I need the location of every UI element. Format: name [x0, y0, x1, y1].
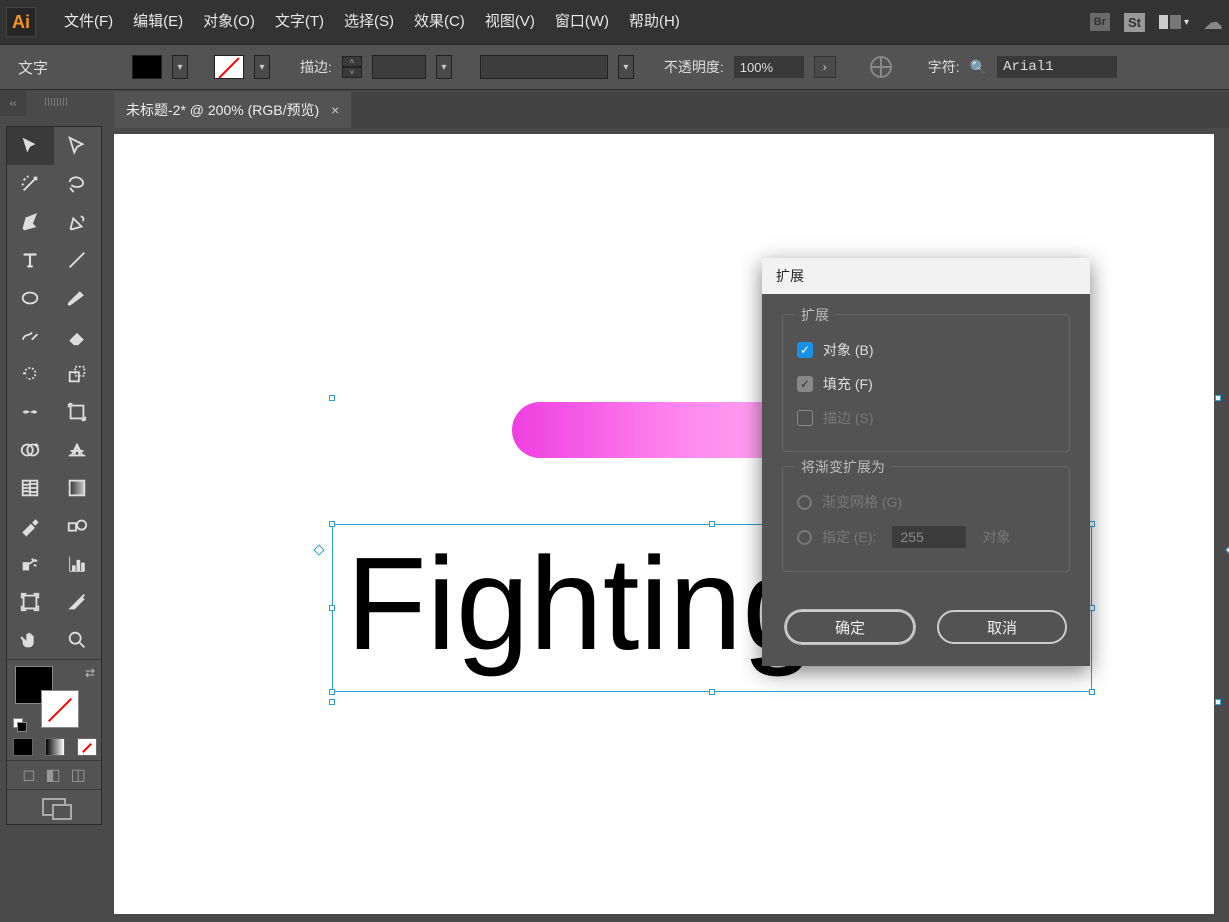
checkbox-icon[interactable]: ✓ — [797, 376, 813, 392]
column-graph-tool[interactable] — [54, 545, 101, 583]
line-tool[interactable] — [54, 241, 101, 279]
draw-inside-icon[interactable]: ◫ — [71, 765, 86, 785]
search-icon[interactable]: 🔍 — [970, 59, 987, 76]
screen-mode-icon[interactable] — [42, 798, 66, 816]
direct-selection-tool[interactable] — [54, 127, 101, 165]
expand-section-label: 扩展 — [795, 305, 835, 325]
checkbox-icon — [797, 410, 813, 426]
fill-stroke-control[interactable]: ⇄ — [7, 660, 101, 734]
option-object[interactable]: ✓对象 (B) — [797, 333, 1055, 367]
dialog-title: 扩展 — [762, 258, 1090, 294]
artboard-tool[interactable] — [7, 583, 54, 621]
stroke-swatch[interactable] — [214, 55, 244, 79]
eyedropper-tool[interactable] — [7, 507, 54, 545]
swap-fill-stroke-icon[interactable]: ⇄ — [85, 666, 95, 680]
hand-tool[interactable] — [7, 621, 54, 659]
gradient-section: 将渐变扩展为 渐变网格 (G) 指定 (E): 255 对象 — [782, 466, 1070, 572]
option-fill[interactable]: ✓填充 (F) — [797, 367, 1055, 401]
tools-panel: ⇄ ◻ ◧ ◫ — [6, 126, 102, 825]
ellipse-tool[interactable] — [7, 279, 54, 317]
gradient-section-label: 将渐变扩展为 — [795, 457, 891, 477]
stroke-weight-stepper[interactable]: ˄˅ — [342, 56, 362, 78]
mesh-tool[interactable] — [7, 469, 54, 507]
expand-dialog: 扩展 扩展 ✓对象 (B) ✓填充 (F) 描边 (S) 将渐变扩展为 渐变网格… — [762, 258, 1090, 666]
menu-type[interactable]: 文字(T) — [265, 0, 334, 44]
menu-edit[interactable]: 编辑(E) — [123, 0, 193, 44]
app-logo-icon: Ai — [6, 7, 36, 37]
stroke-weight-field[interactable] — [372, 55, 426, 79]
fill-swatch[interactable] — [132, 55, 162, 79]
stroke-dropdown[interactable]: ▾ — [254, 55, 270, 79]
menu-file[interactable]: 文件(F) — [54, 0, 123, 44]
curvature-tool[interactable] — [54, 203, 101, 241]
fill-dropdown[interactable]: ▾ — [172, 55, 188, 79]
option-specify: 指定 (E): 255 对象 — [797, 519, 1055, 555]
draw-behind-icon[interactable]: ◧ — [46, 765, 61, 785]
ok-button[interactable]: 确定 — [785, 610, 915, 644]
paintbrush-tool[interactable] — [54, 279, 101, 317]
character-label: 字符: — [928, 57, 960, 77]
menu-window[interactable]: 窗口(W) — [545, 0, 619, 44]
radio-icon — [797, 530, 812, 545]
lasso-tool[interactable] — [54, 165, 101, 203]
document-tab[interactable]: 未标题-2* @ 200% (RGB/预览) × — [114, 92, 351, 128]
checkbox-icon[interactable]: ✓ — [797, 342, 813, 358]
document-tab-title: 未标题-2* @ 200% (RGB/预览) — [126, 100, 319, 120]
stock-icon[interactable]: St — [1124, 13, 1145, 32]
scale-tool[interactable] — [54, 355, 101, 393]
perspective-grid-tool[interactable] — [54, 431, 101, 469]
symbol-sprayer-tool[interactable] — [7, 545, 54, 583]
width-tool[interactable] — [7, 393, 54, 431]
recolor-artwork-icon[interactable] — [870, 56, 892, 78]
brush-dropdown[interactable]: ▾ — [618, 55, 634, 79]
menu-bar: Ai 文件(F) 编辑(E) 对象(O) 文字(T) 选择(S) 效果(C) 视… — [0, 0, 1229, 44]
draw-normal-icon[interactable]: ◻ — [22, 765, 35, 785]
opacity-label: 不透明度: — [664, 57, 724, 77]
brush-definition[interactable] — [480, 55, 608, 79]
panel-collapse-icon[interactable]: ‹‹ — [0, 90, 26, 116]
radio-icon — [797, 495, 812, 510]
stroke-profile-dropdown[interactable]: ▾ — [436, 55, 452, 79]
option-gradient-mesh: 渐变网格 (G) — [797, 485, 1055, 519]
slice-tool[interactable] — [54, 583, 101, 621]
menu-help[interactable]: 帮助(H) — [619, 0, 690, 44]
menu-object[interactable]: 对象(O) — [193, 0, 265, 44]
default-fill-stroke-icon[interactable] — [13, 718, 27, 732]
bridge-icon[interactable]: Br — [1090, 13, 1110, 31]
menu-effect[interactable]: 效果(C) — [404, 0, 475, 44]
color-mode-gradient[interactable] — [39, 734, 71, 760]
specify-count-field: 255 — [892, 526, 966, 548]
close-tab-icon[interactable]: × — [331, 102, 339, 118]
free-transform-tool[interactable] — [54, 393, 101, 431]
magic-wand-tool[interactable] — [7, 165, 54, 203]
expand-section: 扩展 ✓对象 (B) ✓填充 (F) 描边 (S) — [782, 314, 1070, 452]
color-mode-solid[interactable] — [7, 734, 39, 760]
selection-tool[interactable] — [7, 127, 54, 165]
menu-select[interactable]: 选择(S) — [334, 0, 404, 44]
stroke-weight-label: 描边: — [300, 57, 332, 77]
gradient-tool[interactable] — [54, 469, 101, 507]
type-tool[interactable] — [7, 241, 54, 279]
shaper-tool[interactable] — [7, 317, 54, 355]
zoom-tool[interactable] — [54, 621, 101, 659]
opacity-more[interactable]: › — [814, 56, 836, 78]
blend-tool[interactable] — [54, 507, 101, 545]
menu-view[interactable]: 视图(V) — [475, 0, 545, 44]
control-bar: 文字 ▾ ▾ 描边: ˄˅ ▾ ▾ 不透明度: 100% › 字符: 🔍 Ari… — [0, 44, 1229, 90]
pen-tool[interactable] — [7, 203, 54, 241]
stroke-color-icon[interactable] — [41, 690, 79, 728]
font-family-field[interactable]: Arial1 — [997, 56, 1117, 78]
opacity-field[interactable]: 100% — [734, 56, 804, 78]
sync-icon[interactable]: ☁ — [1203, 10, 1223, 35]
selection-type-label: 文字 — [12, 57, 122, 78]
eraser-tool[interactable] — [54, 317, 101, 355]
document-tab-bar: 未标题-2* @ 200% (RGB/预览) × — [114, 92, 1229, 128]
shape-builder-tool[interactable] — [7, 431, 54, 469]
color-mode-none[interactable] — [71, 734, 103, 760]
option-stroke: 描边 (S) — [797, 401, 1055, 435]
rotate-tool[interactable] — [7, 355, 54, 393]
workspace-switcher[interactable]: ▾ — [1159, 15, 1189, 29]
tools-grip-icon[interactable] — [30, 95, 82, 109]
cancel-button[interactable]: 取消 — [937, 610, 1067, 644]
